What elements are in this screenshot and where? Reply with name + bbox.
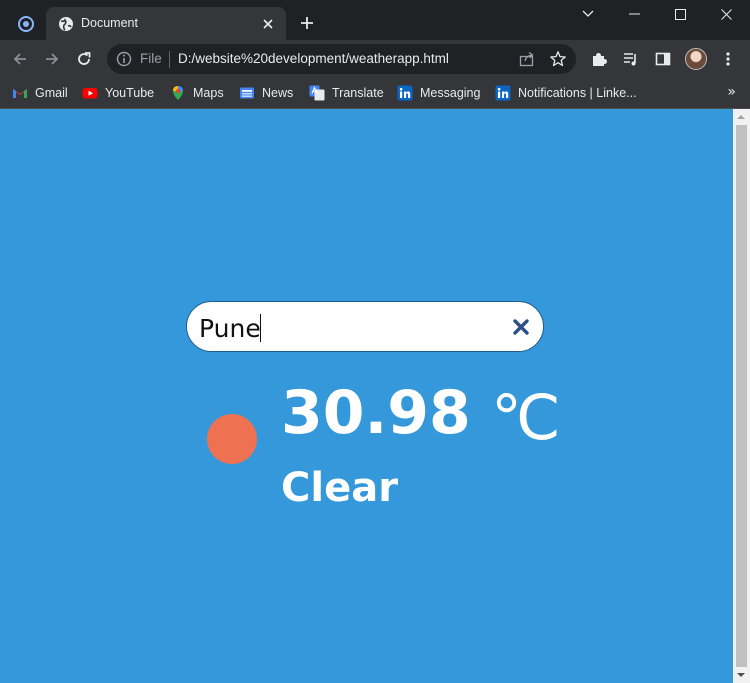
translate-icon [309, 85, 325, 101]
scheme-label: File [140, 51, 162, 66]
tab-list-button[interactable] [565, 0, 611, 28]
linkedin-icon [397, 85, 413, 101]
linkedin-icon [495, 85, 511, 101]
bookmark-label: Gmail [35, 86, 68, 100]
bookmark-maps[interactable]: Maps [170, 83, 224, 103]
close-icon [263, 19, 273, 29]
share-icon[interactable] [518, 50, 536, 68]
bookmark-label: News [262, 86, 294, 100]
bookmark-youtube[interactable]: YouTube [82, 83, 154, 103]
profile-avatar[interactable] [685, 48, 707, 70]
minimize-icon [628, 13, 640, 15]
back-button[interactable] [8, 47, 32, 71]
chevron-down-icon [582, 10, 594, 17]
scroll-up-arrow-icon[interactable] [737, 115, 745, 119]
arrow-left-icon [13, 53, 26, 65]
bookmark-messaging[interactable]: Messaging [397, 83, 480, 103]
youtube-icon [82, 88, 98, 99]
scroll-down-arrow-icon[interactable] [737, 673, 745, 677]
address-bar[interactable]: File D:/website%20development/weatherapp… [107, 44, 576, 74]
playlist-icon [624, 53, 636, 66]
vertical-scrollbar[interactable] [733, 109, 750, 683]
tab-strip: Document [0, 0, 750, 40]
city-search-input[interactable] [197, 310, 501, 346]
bookmark-label: Translate [332, 86, 384, 100]
minimize-button[interactable] [611, 0, 657, 28]
bookmark-label: Notifications | Linke... [518, 86, 637, 100]
more-vert-icon [726, 52, 730, 66]
side-panel-button[interactable] [651, 47, 675, 71]
maximize-button[interactable] [657, 0, 703, 28]
bookmark-news[interactable]: News [239, 83, 293, 103]
temperature-unit: ℃ [491, 381, 561, 454]
address-divider [169, 51, 170, 68]
sun-icon [207, 414, 257, 464]
close-icon [720, 8, 732, 20]
bookmark-gmail[interactable]: Gmail [12, 83, 68, 103]
bookmarks-overflow-button[interactable]: » [727, 84, 736, 100]
media-control-button[interactable] [619, 47, 643, 71]
news-icon [240, 87, 254, 99]
arrow-right-icon [46, 53, 59, 65]
reload-button[interactable] [72, 47, 96, 71]
maps-icon [173, 86, 183, 100]
page-viewport: 30.98 ℃ Clear [0, 109, 733, 683]
scrollbar-thumb[interactable] [736, 125, 747, 667]
tab-title: Document [81, 16, 138, 30]
url-text[interactable]: D:/website%20development/weatherapp.html [178, 51, 449, 66]
bookmark-star-icon[interactable] [549, 50, 567, 68]
tab-search-button[interactable] [10, 8, 42, 40]
browser-tab[interactable]: Document [46, 7, 286, 40]
bookmark-label: Messaging [420, 86, 481, 100]
window-close-button[interactable] [703, 0, 749, 28]
bookmark-notifications[interactable]: Notifications | Linke... [495, 83, 637, 103]
reload-icon [78, 52, 91, 65]
bookmark-label: YouTube [105, 86, 155, 100]
text-caret [260, 314, 261, 342]
globe-icon [59, 17, 73, 31]
extensions-button[interactable] [587, 47, 611, 71]
forward-button[interactable] [40, 47, 64, 71]
bookmarks-bar: Gmail YouTube Maps News Translate Messag… [0, 78, 750, 109]
puzzle-icon [593, 53, 607, 66]
side-panel-icon [655, 52, 671, 66]
browser-toolbar: File D:/website%20development/weatherapp… [0, 40, 750, 78]
info-icon[interactable] [116, 51, 132, 67]
city-search-box [186, 301, 544, 352]
clear-search-icon[interactable] [511, 317, 531, 337]
plus-icon [301, 17, 313, 29]
temperature-value: 30.98 [281, 378, 471, 448]
new-tab-button[interactable] [296, 12, 318, 34]
browser-menu-button[interactable] [716, 47, 740, 71]
gmail-icon [13, 89, 27, 98]
weather-condition: Clear [281, 465, 398, 511]
bookmark-translate[interactable]: Translate [309, 83, 384, 103]
maximize-icon [674, 8, 686, 20]
tab-close-button[interactable] [260, 16, 276, 32]
chrome-tab-search-icon [18, 16, 34, 32]
bookmark-label: Maps [193, 86, 224, 100]
